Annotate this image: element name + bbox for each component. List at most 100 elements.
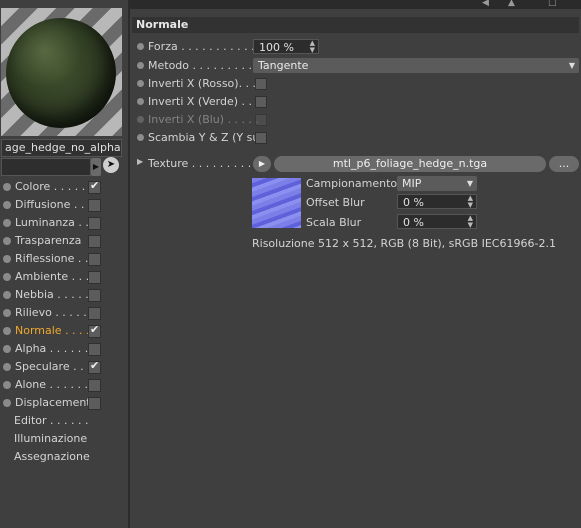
channel-alone[interactable]: Alone . . . . . . xyxy=(0,376,128,394)
inverti-blu-checkbox xyxy=(255,114,267,126)
channel-label: Rilievo . . . . . xyxy=(15,306,87,319)
channel-dot-icon xyxy=(3,291,11,299)
texture-menu-button[interactable]: ▶ xyxy=(253,156,271,172)
channel-label: Alpha . . . . . . xyxy=(15,342,89,355)
stepper-arrows-icon[interactable]: ▲ ▼ xyxy=(468,195,473,209)
scambia-checkbox[interactable] xyxy=(255,132,267,144)
nav-up-icon[interactable]: ▲ xyxy=(508,0,515,8)
metodo-select[interactable]: Tangente ▼ xyxy=(253,58,579,73)
animate-dot-icon xyxy=(137,116,144,123)
offset-blur-label: Offset Blur xyxy=(306,196,365,209)
channel-label: Luminanza . . xyxy=(15,216,89,229)
texture-file-button[interactable]: mtl_p6_foliage_hedge_n.tga xyxy=(274,156,546,172)
inverti-blu-label: Inverti X (Blu) . . . . . xyxy=(148,113,260,126)
param-inverti-blu: Inverti X (Blu) . . . . . xyxy=(130,111,581,129)
tag-field[interactable] xyxy=(1,158,91,176)
material-name-field[interactable]: age_hedge_no_alpha xyxy=(1,139,122,157)
channel-alpha[interactable]: Alpha . . . . . . xyxy=(0,340,128,358)
channel-speculare[interactable]: Speculare . . . xyxy=(0,358,128,376)
forza-label: Forza . . . . . . . . . . . xyxy=(148,40,255,53)
nav-illuminazione[interactable]: Illuminazione xyxy=(14,432,87,445)
channel-label: Normale . . . . xyxy=(15,324,90,337)
channel-checkbox[interactable] xyxy=(88,323,101,338)
texture-label: Texture . . . . . . . . . . xyxy=(148,157,259,170)
channel-label: Ambiente . . . xyxy=(15,270,90,283)
preview-sphere xyxy=(6,18,116,128)
param-texture: ▶ Texture . . . . . . . . . . ▶ mtl_p6_f… xyxy=(130,155,581,173)
channel-displacement[interactable]: Displacement xyxy=(0,394,128,412)
channel-nebbia[interactable]: Nebbia . . . . . xyxy=(0,286,128,304)
inverti-rosso-label: Inverti X (Rosso). . . xyxy=(148,77,257,90)
param-inverti-verde: Inverti X (Verde) . . xyxy=(130,93,581,111)
channel-dot-icon xyxy=(3,327,11,335)
channel-checkbox[interactable] xyxy=(88,271,101,284)
browse-button[interactable]: ... xyxy=(549,156,579,172)
channel-checkbox[interactable] xyxy=(88,199,101,212)
channel-trasparenza[interactable]: Trasparenza xyxy=(0,232,128,250)
stepper-arrows-icon[interactable]: ▲ ▼ xyxy=(310,40,315,54)
forza-input[interactable]: 100 % ▲ ▼ xyxy=(253,39,319,54)
channel-dot-icon xyxy=(3,255,11,263)
channel-dot-icon xyxy=(3,363,11,371)
channel-checkbox[interactable] xyxy=(88,307,101,320)
nav-new-icon[interactable]: □ xyxy=(548,0,557,8)
tag-arrow-icon[interactable]: ▶ xyxy=(91,158,101,176)
channel-dot-icon xyxy=(3,399,11,407)
channel-luminanza[interactable]: Luminanza . . xyxy=(0,214,128,232)
channel-checkbox[interactable] xyxy=(88,217,101,230)
nav-assegnazione[interactable]: Assegnazione xyxy=(14,450,90,463)
animate-dot-icon[interactable] xyxy=(137,80,144,87)
channel-ambiente[interactable]: Ambiente . . . xyxy=(0,268,128,286)
chevron-down-icon: ▼ xyxy=(568,61,575,70)
inverti-rosso-checkbox[interactable] xyxy=(255,78,267,90)
metodo-label: Metodo . . . . . . . . . xyxy=(148,59,252,72)
animate-dot-icon[interactable] xyxy=(137,134,144,141)
channel-label: Nebbia . . . . . xyxy=(15,288,89,301)
channel-checkbox[interactable] xyxy=(88,289,101,302)
channel-checkbox[interactable] xyxy=(88,253,101,266)
channel-dot-icon xyxy=(3,309,11,317)
stepper-arrows-icon[interactable]: ▲ ▼ xyxy=(468,215,473,229)
scala-blur-input[interactable]: 0 % ▲ ▼ xyxy=(397,214,477,229)
animate-dot-icon[interactable] xyxy=(137,98,144,105)
channel-label: Colore . . . . . xyxy=(15,180,86,193)
expand-arrow-icon[interactable]: ▶ xyxy=(137,157,143,166)
channel-riflessione[interactable]: Riflessione . . xyxy=(0,250,128,268)
material-preview[interactable] xyxy=(1,8,122,136)
texture-thumbnail[interactable] xyxy=(252,178,301,228)
animate-dot-icon[interactable] xyxy=(137,43,144,50)
animate-dot-icon[interactable] xyxy=(137,62,144,69)
offset-blur-value: 0 % xyxy=(403,196,424,209)
channel-label: Diffusione . . xyxy=(15,198,85,211)
channel-label: Riflessione . . xyxy=(15,252,89,265)
param-scambia: Scambia Y & Z (Y su) xyxy=(130,129,581,147)
campionamento-select[interactable]: MIP ▼ xyxy=(397,176,477,191)
scala-blur-value: 0 % xyxy=(403,216,424,229)
channel-checkbox[interactable] xyxy=(88,379,101,392)
channel-normale[interactable]: Normale . . . . xyxy=(0,322,128,340)
channel-dot-icon xyxy=(3,219,11,227)
channel-label: Alone . . . . . . xyxy=(15,378,89,391)
channel-diffusione[interactable]: Diffusione . . xyxy=(0,196,128,214)
channel-label: Speculare . . . xyxy=(15,360,91,373)
channel-dot-icon xyxy=(3,237,11,245)
inverti-verde-checkbox[interactable] xyxy=(255,96,267,108)
attribute-panel: ◀ ▲ □ Normale Forza . . . . . . . . . . … xyxy=(130,0,581,528)
channel-checkbox[interactable] xyxy=(88,359,101,374)
channel-dot-icon xyxy=(3,345,11,353)
offset-blur-input[interactable]: 0 % ▲ ▼ xyxy=(397,194,477,209)
param-forza: Forza . . . . . . . . . . . 100 % ▲ ▼ xyxy=(130,38,581,56)
channel-colore[interactable]: Colore . . . . . xyxy=(0,178,128,196)
campionamento-label: Campionamento xyxy=(306,177,398,190)
inverti-verde-label: Inverti X (Verde) . . xyxy=(148,95,253,108)
channel-checkbox[interactable] xyxy=(88,235,101,248)
nav-back-icon[interactable]: ◀ xyxy=(482,0,489,8)
nav-editor[interactable]: Editor . . . . . . xyxy=(14,414,89,427)
channel-checkbox[interactable] xyxy=(88,343,101,356)
channel-checkbox[interactable] xyxy=(88,397,101,410)
channel-rilievo[interactable]: Rilievo . . . . . xyxy=(0,304,128,322)
metodo-value: Tangente xyxy=(258,59,309,72)
forza-value: 100 % xyxy=(259,41,294,54)
channel-checkbox[interactable] xyxy=(88,179,101,194)
pick-cursor-icon[interactable]: ➤ xyxy=(103,157,119,173)
